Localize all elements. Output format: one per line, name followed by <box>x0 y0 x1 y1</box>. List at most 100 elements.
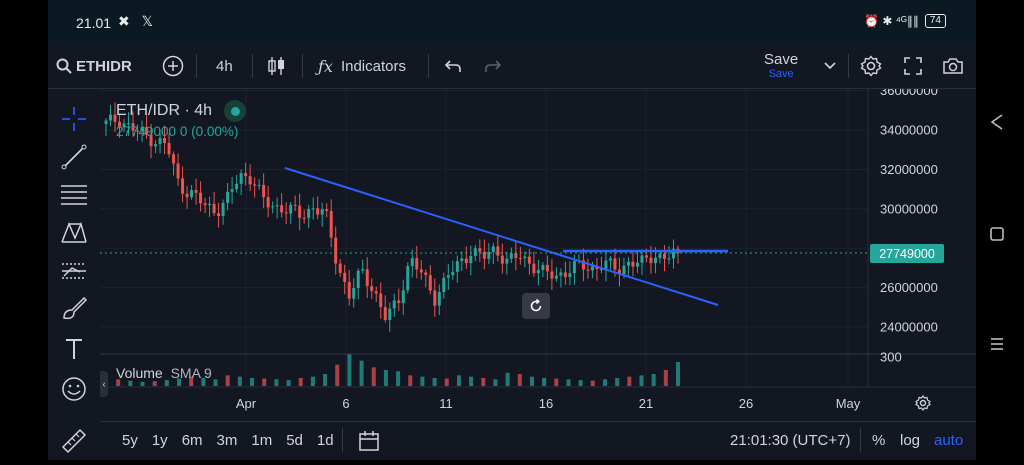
pattern-icon <box>61 221 87 243</box>
price-chart[interactable]: 36000000 34000000 32000000 30000000 26000000… <box>100 83 976 460</box>
trendline-tool[interactable] <box>58 141 90 173</box>
android-nav-bar <box>976 0 1024 460</box>
volume-bar <box>274 379 279 386</box>
collapse-toolbar-button[interactable]: ‹ <box>100 371 108 397</box>
candle-body <box>433 290 437 306</box>
settings-button[interactable] <box>860 44 882 88</box>
forecast-icon <box>62 263 86 279</box>
candle-body <box>190 190 194 198</box>
fib-tool[interactable] <box>58 179 90 211</box>
current-price-value: 27749000 <box>879 247 935 261</box>
save-button[interactable]: Save Save <box>764 44 798 88</box>
notification-icons: ✖ 𝕏 <box>118 13 157 29</box>
candle-body <box>563 272 567 278</box>
candle-body <box>424 272 428 276</box>
candle-body <box>541 264 545 270</box>
calendar-icon <box>359 431 379 451</box>
text-tool[interactable] <box>58 333 90 365</box>
volume-bar <box>444 378 449 386</box>
candle-body <box>667 258 671 260</box>
log-toggle[interactable]: log <box>900 432 920 449</box>
indicators-button[interactable]: ƒx Indicators <box>318 44 406 88</box>
recents-icon[interactable] <box>990 336 1004 352</box>
auto-toggle[interactable]: auto <box>934 432 963 449</box>
fullscreen-button[interactable] <box>904 44 922 88</box>
candle-body <box>442 277 446 293</box>
chart-area[interactable]: 36000000 34000000 32000000 30000000 26000000… <box>100 83 976 460</box>
camera-icon <box>943 58 963 74</box>
market-status-icon[interactable] <box>224 100 247 122</box>
interval-button[interactable]: 4h <box>216 44 233 88</box>
time-tick-label: May <box>836 396 861 411</box>
volume-bar <box>590 380 595 386</box>
range-3m[interactable]: 3m <box>217 432 238 449</box>
price-tick-label: 26000000 <box>880 280 938 295</box>
candle-body <box>311 208 315 210</box>
range-6m[interactable]: 6m <box>182 432 203 449</box>
home-icon[interactable] <box>990 226 1004 242</box>
candle-body <box>640 255 644 263</box>
redo-button[interactable] <box>484 44 502 88</box>
volume-bar <box>237 376 242 386</box>
candle-body <box>505 258 509 264</box>
emoji-tool[interactable] <box>58 373 90 405</box>
percent-toggle[interactable]: % <box>872 432 885 449</box>
candle-body <box>437 292 441 306</box>
volume-bar <box>554 378 559 386</box>
range-1m[interactable]: 1m <box>251 432 272 449</box>
candle-body <box>154 144 158 147</box>
price-tick-label: 32000000 <box>880 162 938 177</box>
go-to-date-button[interactable] <box>358 430 380 456</box>
candle-body <box>257 184 261 186</box>
candle-body <box>271 206 275 208</box>
brush-tool[interactable] <box>58 293 90 325</box>
range-5d[interactable]: 5d <box>286 432 303 449</box>
candle-body <box>262 184 266 198</box>
add-symbol-button[interactable] <box>162 44 184 88</box>
candle-body <box>509 253 513 259</box>
candle-body <box>469 255 473 264</box>
candles-icon <box>268 57 284 75</box>
candle-body <box>649 257 653 264</box>
volume-bar <box>213 379 218 386</box>
back-icon[interactable] <box>990 114 1004 130</box>
range-1y[interactable]: 1y <box>152 432 168 449</box>
save-menu-button[interactable] <box>824 44 836 88</box>
candle-body <box>545 264 549 272</box>
sma-label: SMA 9 <box>170 365 212 381</box>
crosshair-tool[interactable] <box>58 103 90 135</box>
fib-lines-icon <box>61 185 87 205</box>
volume-bar <box>140 382 145 386</box>
volume-bar <box>639 375 644 386</box>
pattern-tool[interactable] <box>58 217 90 249</box>
time-axis-settings-button[interactable] <box>914 394 932 417</box>
reset-chart-button[interactable] <box>522 293 550 319</box>
volume-bar <box>298 378 303 386</box>
range-5y[interactable]: 5y <box>122 432 138 449</box>
candle-body <box>230 189 234 192</box>
ruler-tool[interactable] <box>58 425 90 457</box>
screenshot-button[interactable] <box>942 44 964 88</box>
candle-body <box>266 197 270 208</box>
candle-body <box>446 275 450 278</box>
candle-body <box>658 253 662 258</box>
time-tick-label: 16 <box>539 396 553 411</box>
candle-body <box>199 192 203 204</box>
volume-bar <box>615 378 620 386</box>
range-1d[interactable]: 1d <box>317 432 334 449</box>
chart-type-button[interactable] <box>268 44 286 88</box>
volume-bar <box>262 378 267 386</box>
volume-bar <box>517 374 522 386</box>
undo-button[interactable] <box>444 44 462 88</box>
symbol-search[interactable]: ETHIDR <box>56 44 132 88</box>
candle-body <box>302 217 306 219</box>
prediction-tool[interactable] <box>58 255 90 287</box>
candle-body <box>464 258 468 264</box>
candle-body <box>307 209 311 218</box>
chevron-down-icon <box>824 62 836 70</box>
candle-body <box>226 191 230 203</box>
candle-body <box>253 184 257 186</box>
candle-body <box>613 258 617 270</box>
candle-body <box>644 255 648 258</box>
clock-timezone[interactable]: 21:01:30 (UTC+7) <box>730 432 850 449</box>
